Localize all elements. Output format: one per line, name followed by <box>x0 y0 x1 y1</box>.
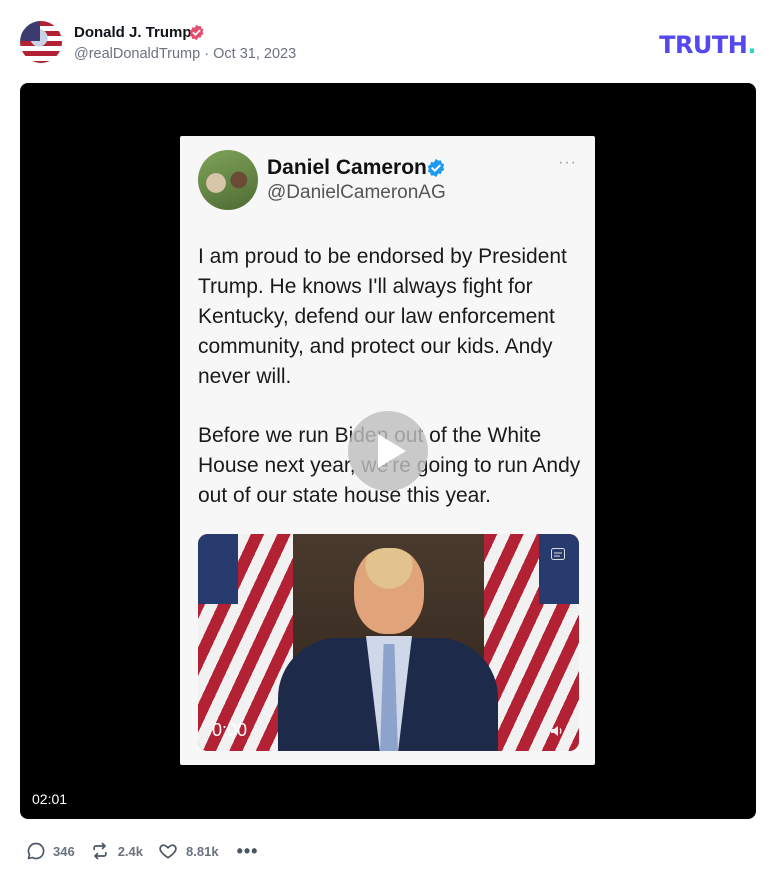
play-button[interactable] <box>348 411 428 491</box>
repost-count: 2.4k <box>117 843 144 859</box>
truth-logo[interactable]: TRUTH. <box>659 31 756 59</box>
post-header: Donald J. Trump @realDonaldTrump · Oct 3… <box>20 21 757 65</box>
inner-video-time: 0:00 <box>212 720 248 740</box>
volume-icon <box>551 726 562 736</box>
video-player[interactable]: Daniel Cameron @DanielCameronAG ··· I am… <box>20 83 756 819</box>
heart-icon <box>159 844 177 859</box>
reply-icon <box>27 842 45 860</box>
tweet-avatar <box>198 150 258 210</box>
author-meta: @realDonaldTrump · Oct 31, 2023 <box>74 46 296 62</box>
like-button[interactable]: 8.81k <box>157 841 219 861</box>
tweet-more-icon: ··· <box>558 154 577 171</box>
author-avatar[interactable] <box>20 21 62 63</box>
author-name[interactable]: Donald J. Trump <box>74 24 192 41</box>
verified-badge-icon <box>189 24 204 41</box>
tweet-verified-icon <box>427 158 445 178</box>
tweet-author-handle: @DanielCameronAG <box>267 182 446 203</box>
reply-count: 346 <box>53 843 75 859</box>
tweet-author-name: Daniel Cameron <box>267 156 427 179</box>
tweet-text: I am proud to be endorsed by President T… <box>198 242 583 540</box>
repost-icon <box>93 842 107 860</box>
meta-separator: · <box>204 46 210 62</box>
flag-right <box>484 534 579 751</box>
post-date[interactable]: Oct 31, 2023 <box>213 46 296 62</box>
captions-icon <box>551 548 565 560</box>
post-actions: 346 2.4k 8.81k ••• <box>26 838 272 864</box>
repost-button[interactable]: 2.4k <box>89 841 143 861</box>
logo-word: TRUTH <box>659 31 748 59</box>
author-handle[interactable]: @realDonaldTrump <box>74 46 200 62</box>
logo-dot: . <box>747 31 756 59</box>
speaker-head <box>354 548 424 634</box>
more-options-button[interactable]: ••• <box>237 841 259 862</box>
tweet-paragraph: I am proud to be endorsed by President T… <box>198 245 567 388</box>
reply-button[interactable]: 346 <box>26 841 75 861</box>
video-duration: 02:01 <box>32 791 68 807</box>
like-count: 8.81k <box>186 843 219 859</box>
inner-video-still: 0:00 <box>198 534 579 751</box>
